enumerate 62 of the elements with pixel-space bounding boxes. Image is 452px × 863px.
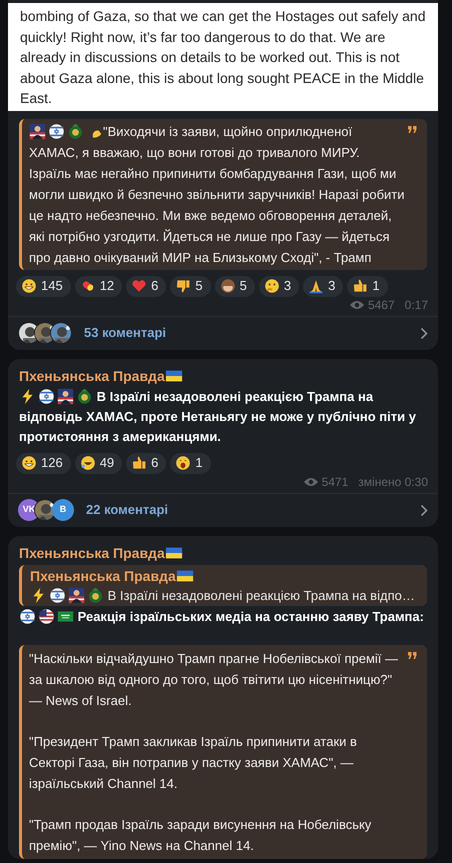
thinking-face-icon [264, 278, 280, 294]
emblem-icon [87, 586, 104, 604]
us-flag-icon [38, 608, 55, 624]
reaction-button[interactable]: 49 [74, 452, 122, 474]
channel-name[interactable]: Пхеньянська Правда [19, 542, 165, 562]
reaction-button[interactable]: 6 [126, 452, 166, 474]
writing-hand-icon [86, 122, 103, 140]
screenshot-text: bombing of Gaza, so that we can get the Hostages out safely and [20, 7, 426, 26]
emblem-icon [76, 388, 93, 404]
israel-flag-icon [49, 586, 66, 604]
reply-preview[interactable]: Пхеньянська Правда В Ізраїлі незадоволені реакцією Трампа на відпо… [19, 564, 427, 606]
message-text: В Ізраїлі незадоволені реакцією Трампа на відповідь ХАМАС, проте Нетаньягу не може у публічно піти у протистояння з американцями. [18, 386, 417, 446]
channel-name[interactable]: Пхеньянська Правда [19, 366, 165, 386]
quote-text: "Наскільки відчайдушно Трамп прагне Нобелівської премії — за шкалою від одного до того, щоб твітити цю нісенітницю?" — News of Israel. [29, 650, 399, 710]
eye-icon [350, 300, 364, 310]
reaction-button[interactable]: 6 [126, 276, 166, 296]
reaction-button[interactable]: 5 [170, 276, 211, 296]
screenshot-text: about Gaza alone, this is about long sought PEACE in the Middle [20, 68, 424, 88]
quote-mark-icon [408, 126, 417, 132]
comments-link[interactable]: 22 коментарі [86, 500, 420, 520]
israel-flag-icon [19, 608, 36, 624]
flag-figure-icon [29, 122, 46, 140]
message-text: Реакція ізраїльських медіа на останню заяву Трампа: [8, 606, 438, 626]
yawning-face-icon [175, 455, 192, 471]
flag-figure-icon [68, 586, 85, 604]
reaction-button[interactable]: 1 [347, 276, 388, 296]
quote-mark-icon [408, 652, 417, 658]
reaction-button[interactable]: 12 [74, 276, 122, 296]
israel-flag-icon [38, 388, 55, 404]
grinning-face-icon [21, 278, 37, 294]
screenshot-text: quickly! Right now, it’s far too dangerous to do that. We are [20, 28, 386, 47]
reaction-button[interactable]: 3 [303, 276, 344, 296]
flag-figure-icon [57, 388, 74, 404]
reaction-button[interactable]: 3 [258, 276, 300, 296]
reply-text: В Ізраїлі незадоволені реакцією Трампа на відпо… [30, 586, 423, 604]
eye-icon [304, 476, 318, 486]
view-count: 5467 [368, 298, 395, 312]
emblem-icon [67, 122, 84, 140]
israel-flag-icon [48, 122, 65, 140]
heart-icon [131, 278, 148, 294]
quote-text: "Виходячи із заяви, щойно оприлюдненої ХАМАС, я вважаю, що вони готові до тривалого МИРУ. Ізраїль має негайно припинити бомбардування Гази, щоб ми могли швидко й безпечно звільнити заручників! Наразі робити це надто небезпечно. Ми вже ведемо обговорення деталей, які потрібно узгодити. Йдеться не лише про Газу — йдеться про давно очікуваний МИР на Близькому Сході", - Трамп [29, 122, 405, 267]
quote-text: "Президент Трамп закликав Ізраїль припинити атаки в Секторі Газа, він потрапив у пастку заяви ХАМАС", — ізраїльський Channel 14. [29, 732, 358, 793]
reaction-button[interactable]: 5 [214, 276, 255, 296]
post-time: 0:17 [404, 298, 428, 312]
chevron-right-icon[interactable] [420, 504, 428, 516]
comments-link[interactable]: 53 коментарі [84, 323, 420, 343]
screenshot-text: already in discussions on details to be worked out. This is not [20, 48, 400, 67]
reaction-button[interactable]: 145 [16, 276, 71, 296]
channel-name[interactable]: Пхеньянська Правда [30, 566, 176, 586]
user-avatar: B [52, 499, 74, 521]
reaction-button[interactable]: 1 [170, 452, 211, 474]
laughing-face-icon [80, 455, 96, 471]
chevron-right-icon[interactable] [420, 326, 428, 340]
grinning-face-icon [21, 455, 37, 471]
thumbs-up-icon [131, 455, 148, 471]
thumbs-down-icon [175, 278, 192, 294]
view-count: 5471 [322, 474, 348, 488]
thumbs-up-icon [352, 278, 368, 294]
quote-text: "Трамп продав Ізраїль заради висунення на Нобелівську премію", — Yino News на Channel 14. [29, 816, 372, 855]
post-time: змінено 0:30 [358, 474, 428, 488]
screenshot-text: East. [20, 89, 52, 108]
reaction-button[interactable]: 126 [16, 452, 71, 474]
